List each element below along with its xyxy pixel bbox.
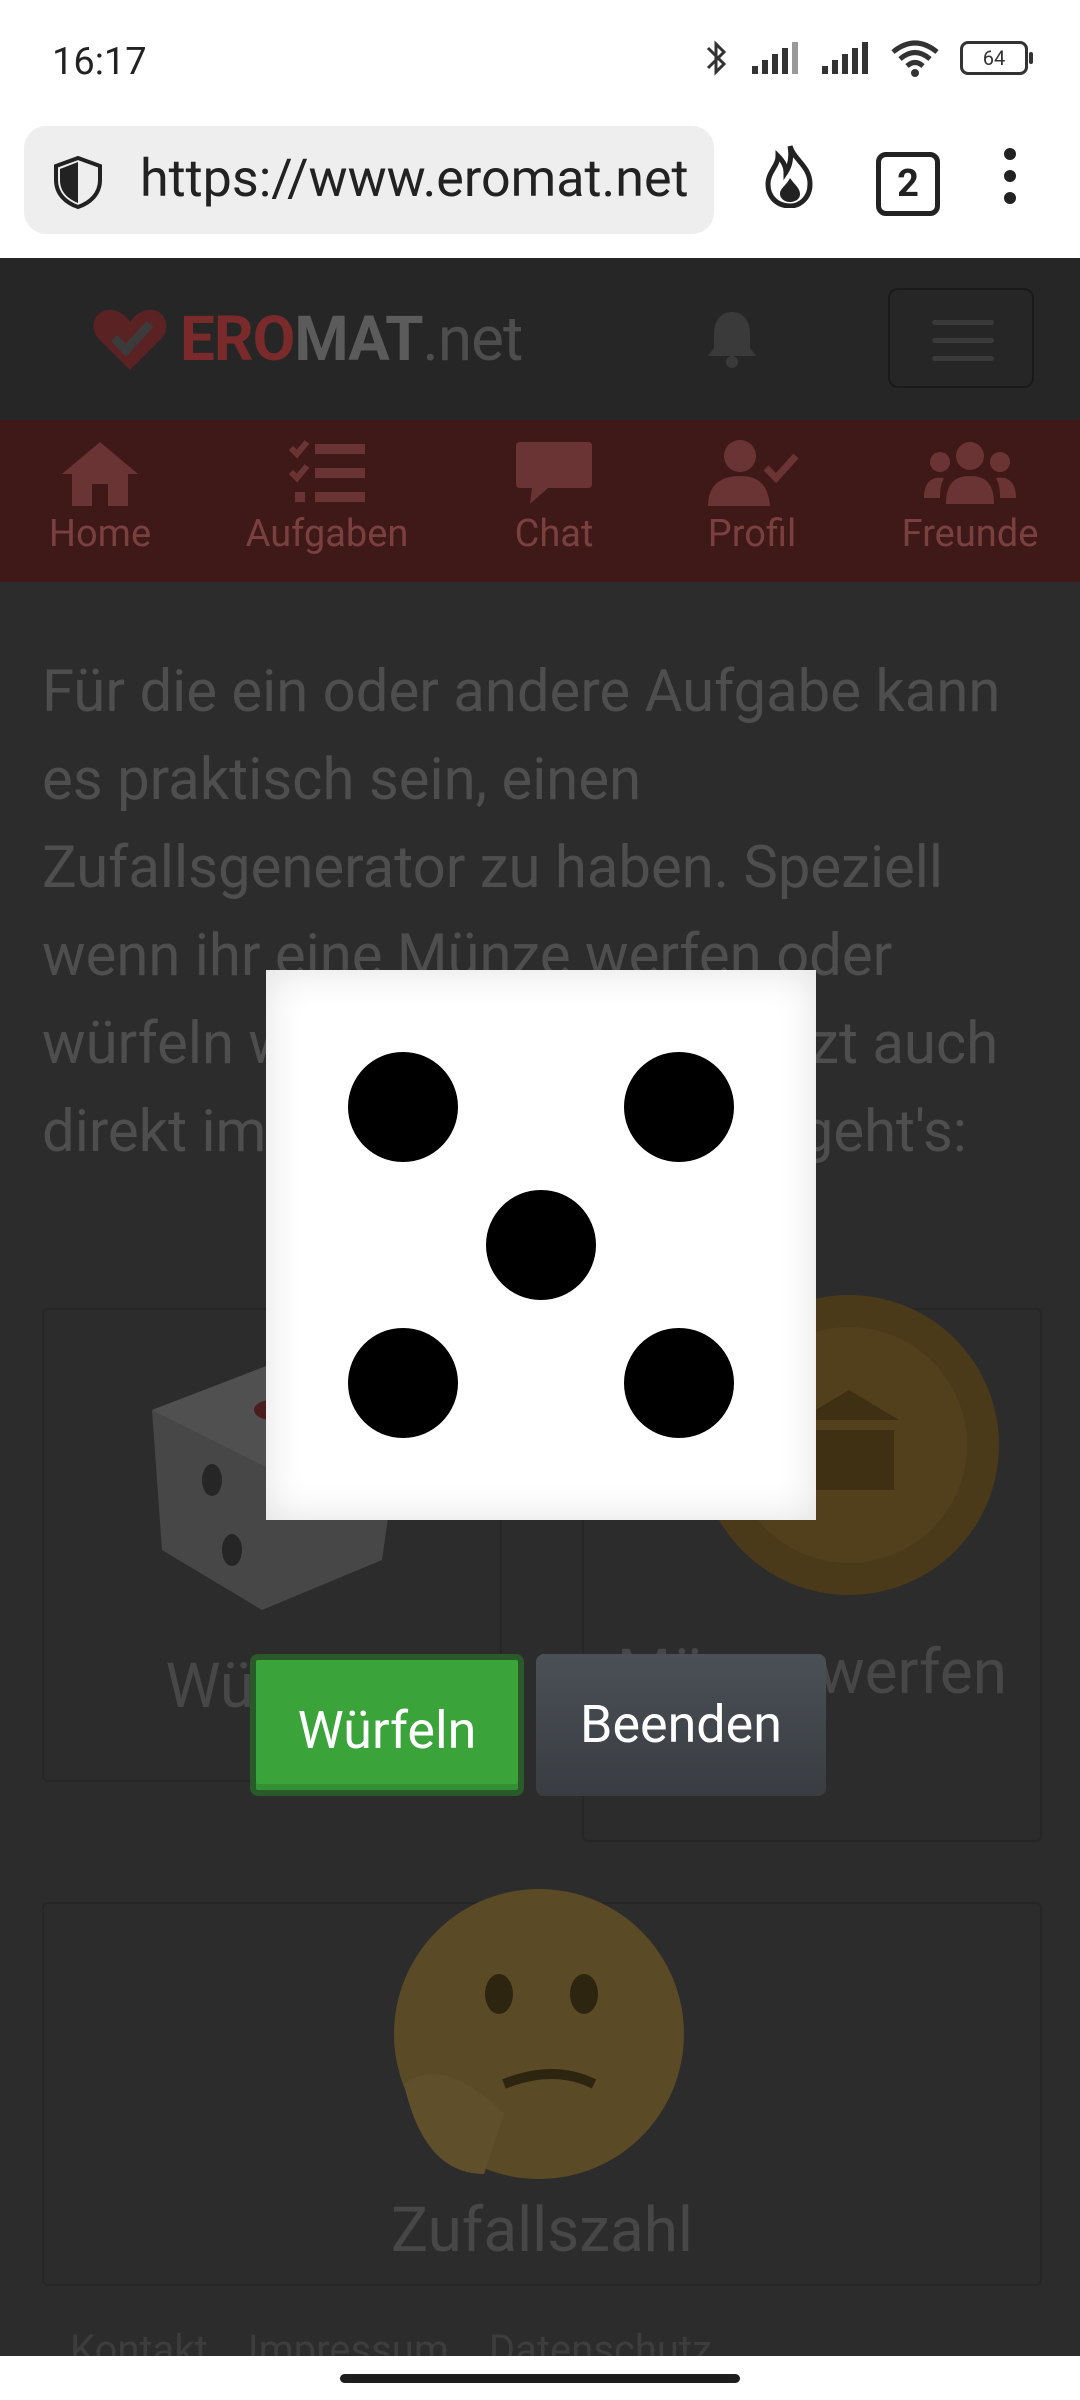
hamburger-menu-button[interactable] (888, 288, 1034, 388)
tab-label: Aufgaben (245, 512, 409, 556)
tab-chat[interactable]: Chat (506, 438, 602, 556)
dice-result (266, 970, 816, 1520)
bluetooth-icon (706, 40, 727, 76)
shield-icon[interactable] (50, 154, 106, 210)
bell-icon[interactable] (706, 308, 758, 368)
site-tab-bar: Home Aufgaben Chat Profil Freunde (0, 420, 1080, 582)
logo-text-part1: ERO (180, 302, 295, 376)
home-gesture-handle[interactable] (340, 2374, 740, 2383)
card-label: Zufallszahl (391, 2194, 693, 2267)
signal-icon (822, 42, 868, 74)
status-icons: 64 (704, 38, 1033, 78)
random-number-card[interactable]: Zufallszahl (42, 1889, 1042, 2286)
tab-profil[interactable]: Profil (694, 438, 810, 556)
tab-aufgaben[interactable]: Aufgaben (234, 438, 420, 556)
battery-indicator: 64 (960, 41, 1033, 75)
status-time: 16:17 (52, 40, 147, 84)
dice-pip (624, 1052, 734, 1162)
site-navbar: EROMAT.net (0, 258, 1080, 420)
friends-icon (924, 442, 1016, 504)
footer-link-kontakt[interactable]: Kontakt (70, 2326, 208, 2356)
tab-freunde[interactable]: Freunde (890, 438, 1050, 556)
dice-pip (348, 1328, 458, 1438)
browser-toolbar: https://www.eromat.net 2 (0, 120, 1080, 258)
fire-icon[interactable] (760, 144, 820, 208)
tab-label: Chat (514, 512, 594, 556)
hamburger-line (932, 320, 994, 325)
hamburger-line (932, 338, 994, 343)
tab-label: Profil (707, 512, 797, 556)
url-text[interactable]: https://www.eromat.net (140, 148, 689, 209)
tab-label: Home (48, 512, 152, 556)
footer-link-impressum[interactable]: Impressum (248, 2326, 449, 2356)
status-bar: 16:17 64 (0, 0, 1080, 120)
hamburger-line (932, 356, 994, 361)
gesture-bar (0, 2356, 1080, 2400)
logo-text: EROMAT.net (180, 302, 524, 376)
url-bar[interactable]: https://www.eromat.net (24, 126, 714, 234)
site-footer: Kontakt Impressum Datenschutz (70, 2326, 1030, 2356)
logo-text-part3: .net (422, 302, 524, 376)
dice-pip (348, 1052, 458, 1162)
wifi-icon (891, 40, 939, 77)
profile-icon (708, 440, 799, 506)
dice-pip (624, 1328, 734, 1438)
more-menu-icon[interactable] (1000, 144, 1020, 208)
heart-check-logo-icon (93, 309, 167, 370)
chat-icon (516, 442, 592, 504)
site-logo[interactable]: EROMAT.net (90, 302, 524, 376)
logo-text-part2: MAT (294, 302, 423, 376)
footer-link-datenschutz[interactable]: Datenschutz (489, 2326, 712, 2356)
roll-dice-button[interactable]: Würfeln (250, 1654, 524, 1796)
tab-home[interactable]: Home (40, 438, 160, 556)
tab-label: Freunde (901, 512, 1039, 556)
home-icon (62, 442, 138, 506)
thinking-face-icon (394, 1889, 684, 2179)
tab-count-button[interactable]: 2 (876, 152, 940, 216)
signal-icon (752, 42, 798, 74)
end-button[interactable]: Beenden (536, 1654, 826, 1796)
dice-pip (486, 1190, 596, 1300)
tasks-icon (288, 440, 365, 502)
